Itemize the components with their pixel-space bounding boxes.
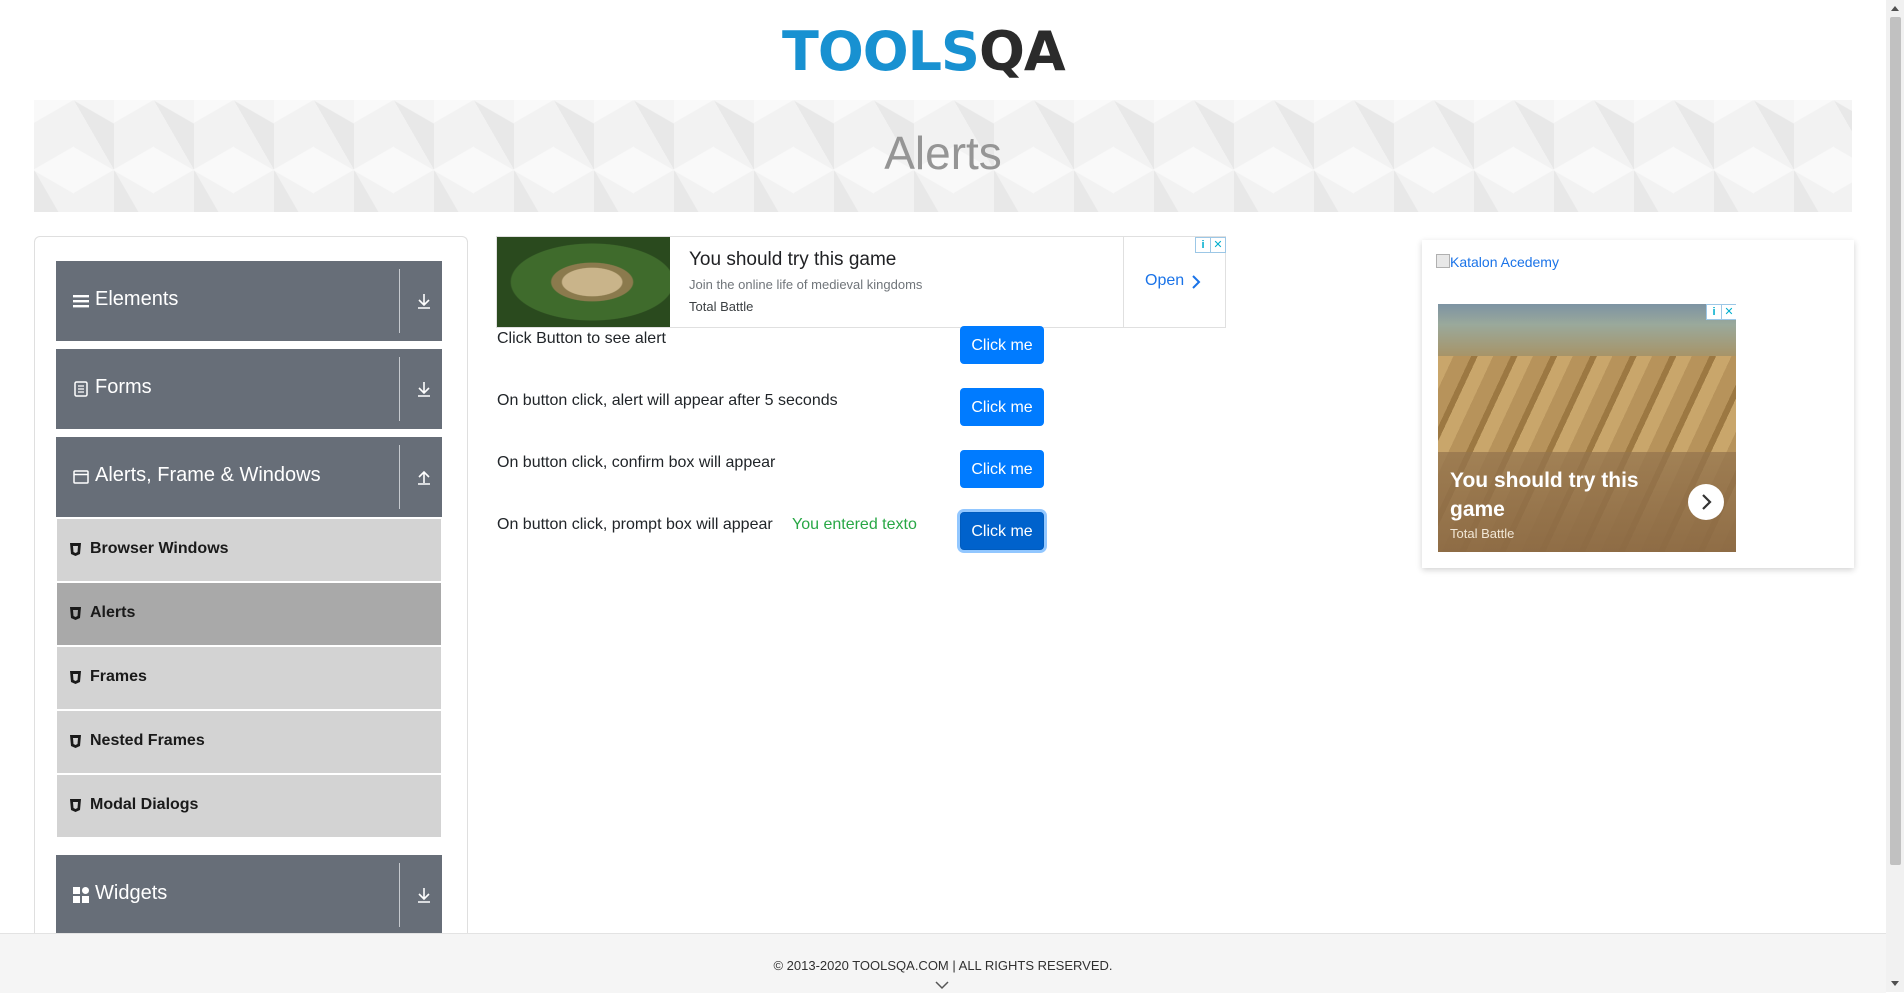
divider <box>1123 237 1124 327</box>
nav-group-label: Forms <box>95 376 152 398</box>
html5-shield-icon <box>70 799 81 812</box>
site-logo[interactable]: TOOLSQA <box>782 16 1106 90</box>
page-title: Alerts <box>884 127 1002 179</box>
sidebar-item-alerts[interactable]: Alerts <box>57 583 441 647</box>
scrollbar-thumb[interactable] <box>1890 17 1901 865</box>
nav-group-alerts-frame-windows[interactable]: Alerts, Frame & Windows <box>56 437 442 517</box>
divider <box>399 357 400 421</box>
document-icon <box>74 381 88 397</box>
right-ad-banner[interactable]: You should try this game Total Battle i … <box>1438 304 1736 552</box>
ad-image <box>1438 304 1736 356</box>
hamburger-icon <box>73 295 89 308</box>
download-arrow-icon <box>418 382 430 397</box>
chevron-down-icon[interactable] <box>935 980 949 990</box>
sidebar-item-label: Frames <box>90 668 147 685</box>
nav-group-label: Alerts, Frame & Windows <box>95 464 321 486</box>
copyright-text: © 2013-2020 TOOLSQA.COM | ALL RIGHTS RES… <box>773 958 1113 973</box>
ad-close-icon[interactable]: ✕ <box>1210 237 1226 253</box>
left-nav-panel: Elements Forms Alerts, Frame & Windows B… <box>34 236 468 937</box>
timer-alert-button[interactable]: Click me <box>960 388 1044 426</box>
logo-wordmark: TOOLSQA <box>782 20 1066 83</box>
scroll-up-arrow-icon[interactable] <box>1890 4 1900 12</box>
logo-qa-text: QA <box>978 20 1066 83</box>
prompt-result-text: You entered texto <box>792 516 917 533</box>
html5-shield-icon <box>70 671 81 684</box>
sidebar-item-label: Modal Dialogs <box>90 796 199 813</box>
html5-shield-icon <box>70 735 81 748</box>
html5-shield-icon <box>70 607 81 620</box>
ad-next-button[interactable] <box>1688 484 1724 520</box>
chevron-right-icon <box>1702 494 1712 510</box>
ad-info-icon[interactable]: i <box>1706 304 1722 320</box>
top-advertisement[interactable]: You should try this game Join the online… <box>496 236 1226 328</box>
download-arrow-icon <box>418 888 430 903</box>
divider <box>399 269 400 333</box>
ad-title[interactable]: You should try this game <box>689 249 896 271</box>
katalon-academy-link[interactable]: Katalon Acedemy <box>1436 254 1559 270</box>
nav-group-widgets[interactable]: Widgets <box>56 855 442 935</box>
upload-arrow-icon <box>418 470 430 485</box>
prompt-row-label: On button click, prompt box will appear <box>497 516 773 533</box>
alert-button[interactable]: Click me <box>960 326 1044 364</box>
confirm-button[interactable]: Click me <box>960 450 1044 488</box>
nav-group-label: Elements <box>95 288 179 310</box>
timer-alert-row-label: On button click, alert will appear after… <box>497 392 838 409</box>
nav-group-forms[interactable]: Forms <box>56 349 442 429</box>
prompt-button[interactable]: Click me <box>960 512 1044 550</box>
nav-group-elements[interactable]: Elements <box>56 261 442 341</box>
logo-tools-text: TOOLS <box>782 20 980 83</box>
ad-close-icon[interactable]: ✕ <box>1721 304 1736 320</box>
ad-info-icon[interactable]: i <box>1195 237 1211 253</box>
sidebar-item-modal-dialogs[interactable]: Modal Dialogs <box>57 775 441 839</box>
alert-row-label: Click Button to see alert <box>497 330 666 347</box>
window-icon <box>73 470 89 484</box>
vertical-scrollbar[interactable] <box>1886 0 1904 992</box>
nav-group-label: Widgets <box>95 882 168 904</box>
ad-title[interactable]: You should try this game <box>1450 466 1650 524</box>
grid-icon <box>73 887 89 903</box>
ad-image[interactable] <box>497 237 670 327</box>
sidebar-item-label: Browser Windows <box>90 540 229 557</box>
sidebar-item-frames[interactable]: Frames <box>57 647 441 711</box>
confirm-row-label: On button click, confirm box will appear <box>497 454 776 471</box>
ad-description: Join the online life of medieval kingdom… <box>689 277 923 292</box>
scroll-down-arrow-icon[interactable] <box>1890 980 1900 988</box>
ad-open-button[interactable]: Open <box>1145 272 1184 290</box>
divider <box>399 445 400 509</box>
ad-brand: Total Battle <box>689 299 754 314</box>
sidebar-item-nested-frames[interactable]: Nested Frames <box>57 711 441 775</box>
ad-brand: Total Battle <box>1450 526 1515 541</box>
html5-shield-icon <box>70 543 81 556</box>
divider <box>399 863 400 927</box>
sidebar-item-browser-windows[interactable]: Browser Windows <box>57 519 441 583</box>
page-footer: © 2013-2020 TOOLSQA.COM | ALL RIGHTS RES… <box>0 933 1886 993</box>
right-advertisement-panel: Katalon Acedemy You should try this game… <box>1422 240 1854 568</box>
chevron-right-icon[interactable] <box>1191 274 1201 290</box>
page-banner: Alerts <box>34 100 1852 212</box>
download-arrow-icon <box>418 294 430 309</box>
sidebar-item-label: Alerts <box>90 604 136 621</box>
sidebar-item-label: Nested Frames <box>90 732 205 749</box>
